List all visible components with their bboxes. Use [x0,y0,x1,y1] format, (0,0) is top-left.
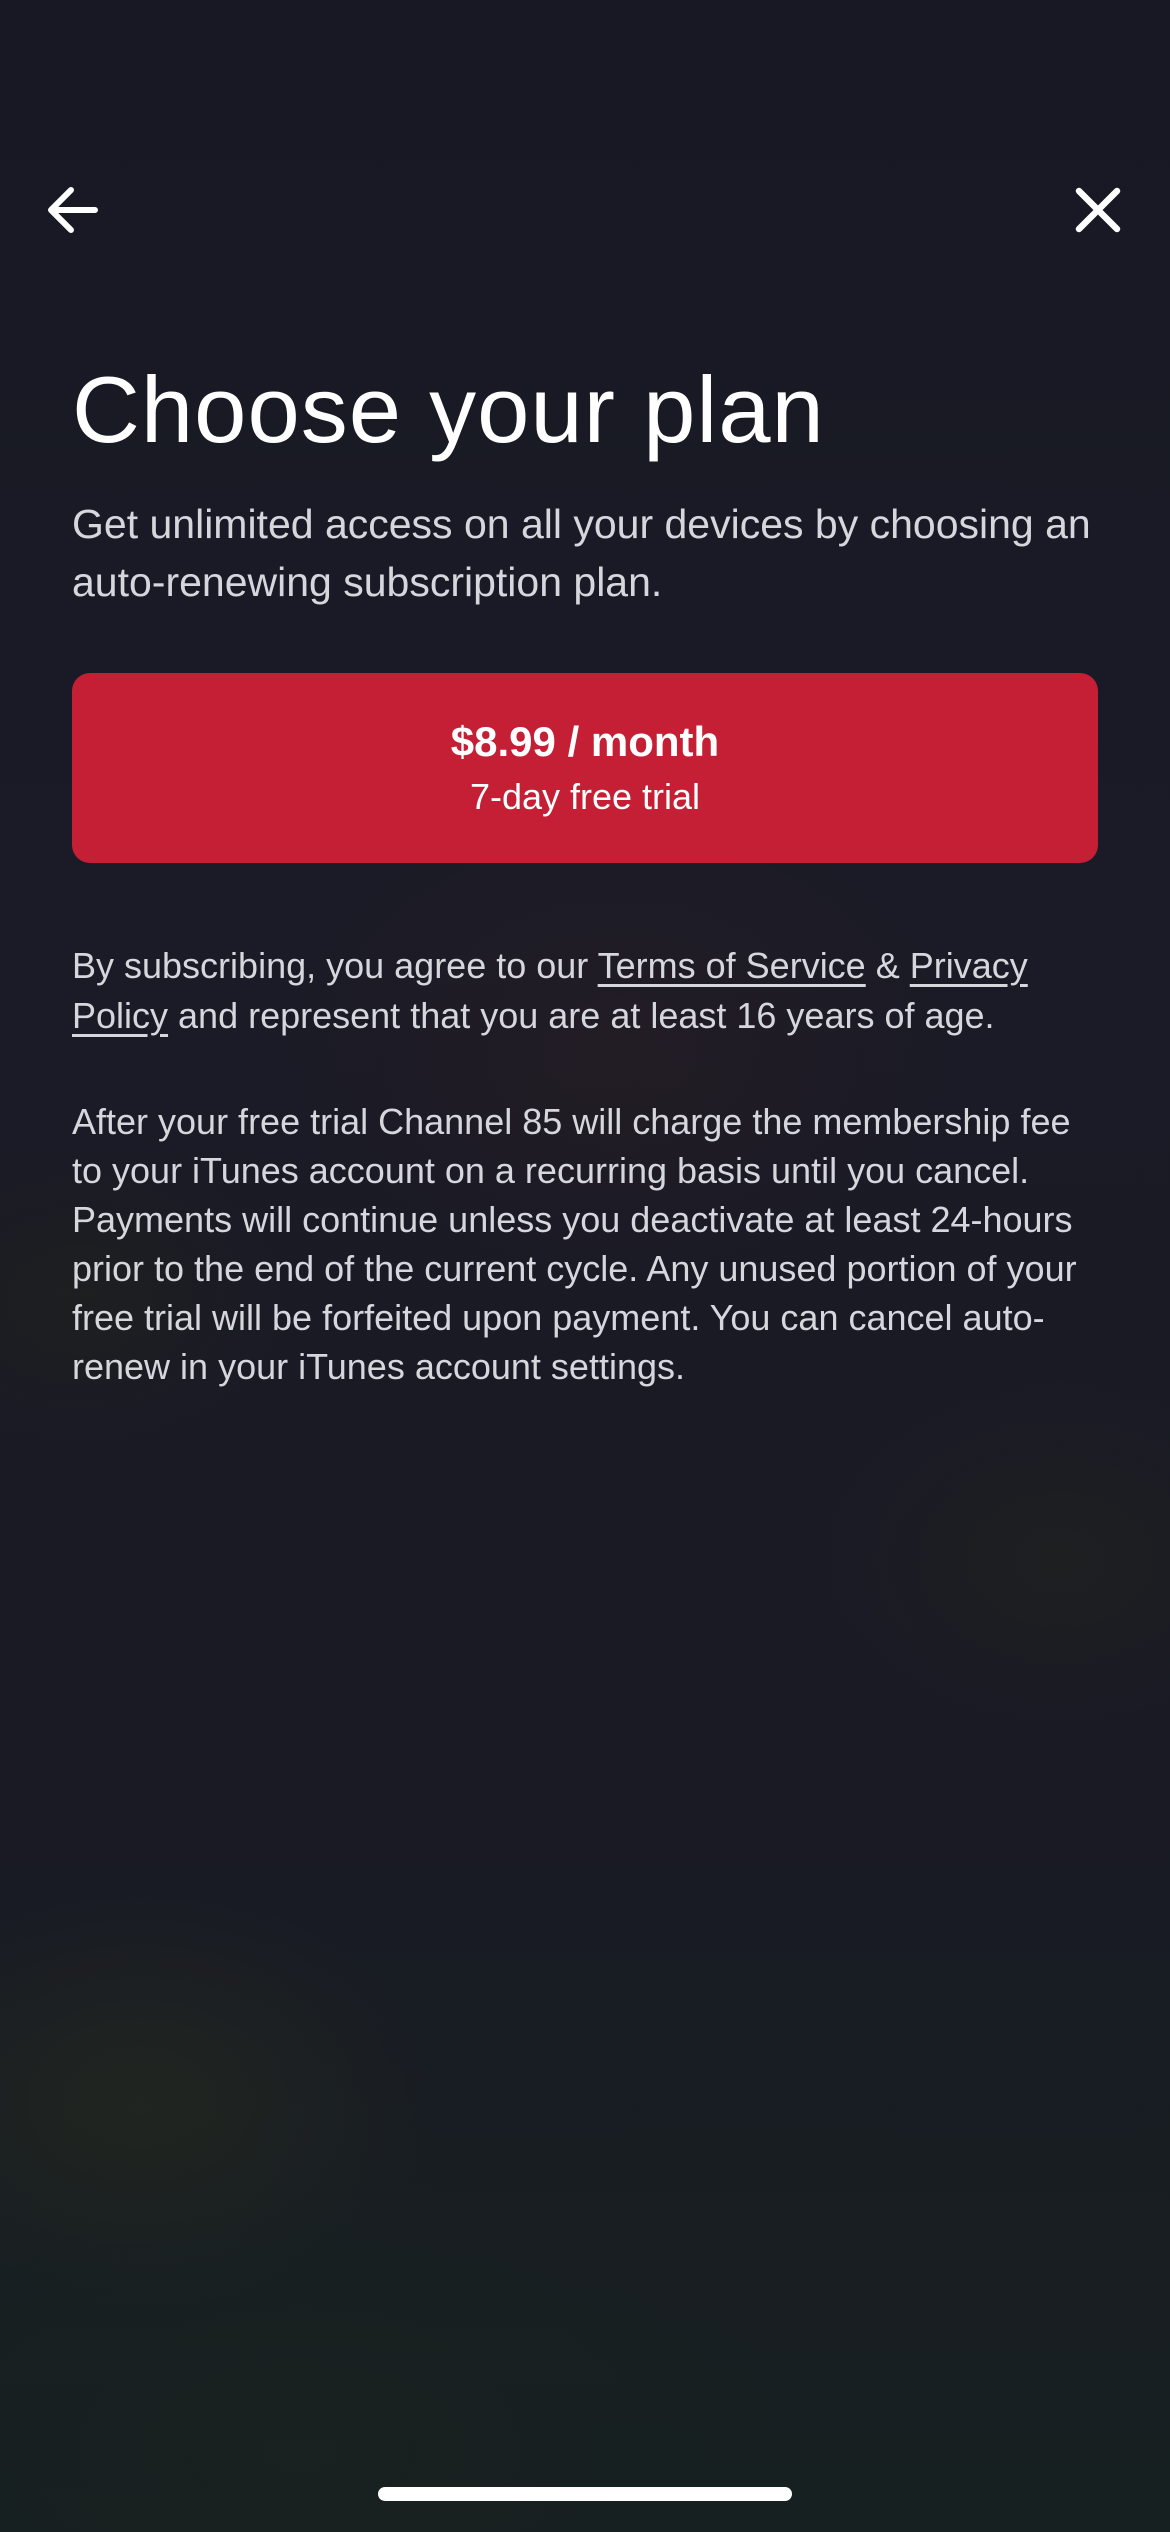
renewal-notice: After your free trial Channel 85 will ch… [72,1101,1077,1387]
page-title: Choose your plan [72,357,825,462]
back-button[interactable] [32,170,112,250]
subscription-screen: Choose your plan Get unlimited access on… [0,0,1170,2532]
legal-suffix: and represent that you are at least 16 y… [168,995,995,1036]
arrow-left-icon [48,187,98,233]
page-subtitle: Get unlimited access on all your devices… [72,501,1091,605]
legal-prefix: By subscribing, you agree to our [72,945,598,986]
close-icon [1075,187,1121,233]
terms-of-service-link[interactable]: Terms of Service [598,945,866,986]
home-indicator[interactable] [378,2487,792,2501]
plan-price: $8.99 / month [450,718,720,765]
monthly-plan-button[interactable]: $8.99 / month 7-day free trial [72,673,1098,863]
main-content: Choose your plan Get unlimited access on… [72,355,1098,1391]
close-button[interactable] [1058,170,1138,250]
legal-ampersand: & [865,945,910,986]
legal-agreement-text: By subscribing, you agree to our Terms o… [72,941,1098,1041]
top-navigation-bar [0,170,1170,250]
plan-trial-label: 7-day free trial [469,776,701,817]
